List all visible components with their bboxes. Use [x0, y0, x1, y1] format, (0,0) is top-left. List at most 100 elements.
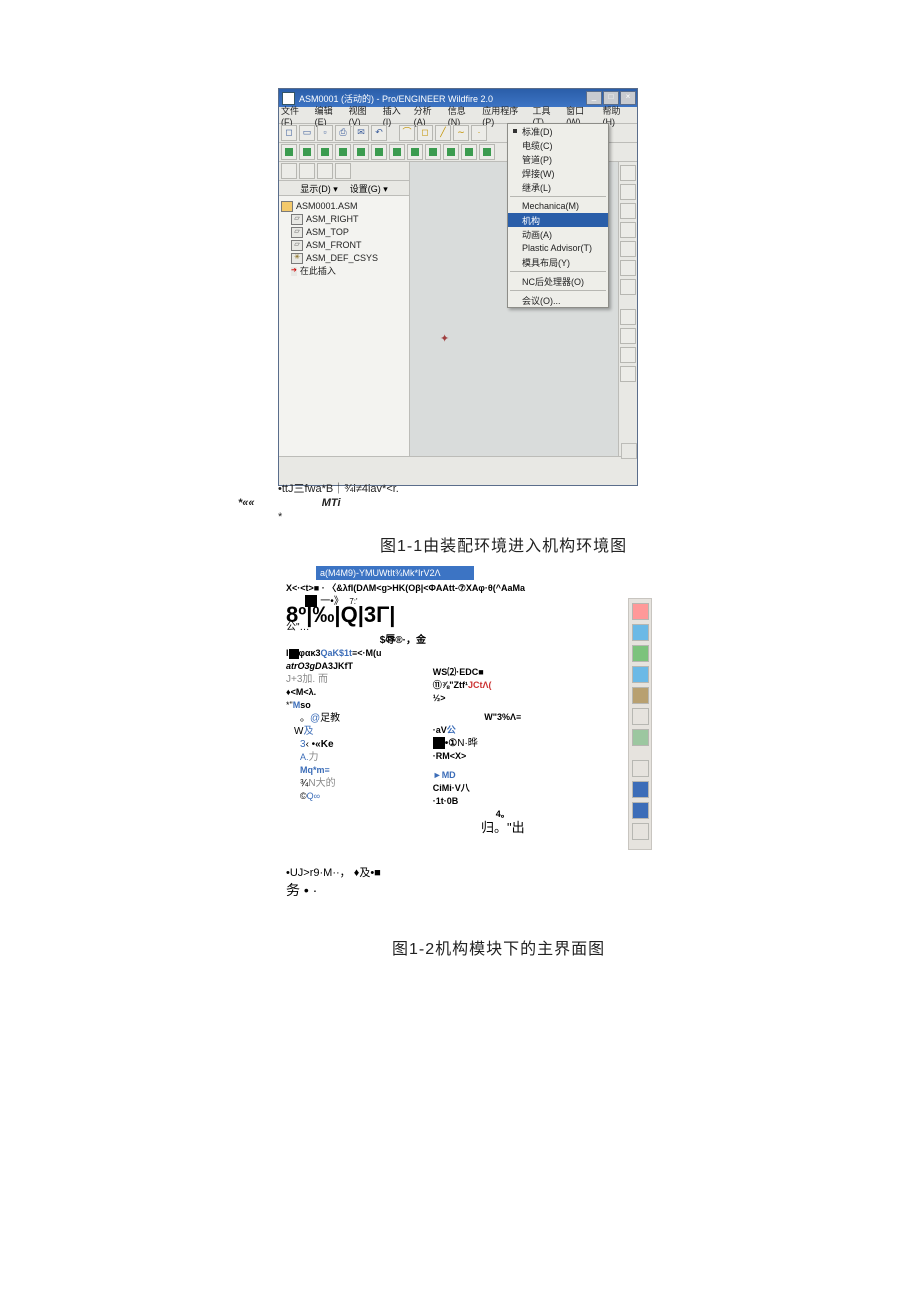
tool-h-icon[interactable]: [407, 144, 423, 160]
garbled-line: W"3%Λ≡: [433, 711, 573, 724]
menu-insert[interactable]: 插入(I): [383, 104, 407, 127]
garbled-line: Iφακ3QaK$1t≡<·M(u: [286, 647, 426, 660]
menu-item-animation[interactable]: 动画(A): [508, 227, 608, 241]
sketch-line-icon[interactable]: ◻: [417, 125, 433, 141]
strip-icon[interactable]: [632, 760, 649, 777]
print-icon[interactable]: ⎙: [335, 125, 351, 141]
tree-settings-dropdown[interactable]: 设置(G) ▾: [350, 182, 388, 195]
menu-item-inherit[interactable]: 继承(L): [508, 180, 608, 194]
menu-info[interactable]: 信息(N): [448, 104, 476, 127]
garbled-bottom: •UJ>r9·M··， ♦及•■ 务 • ·: [286, 864, 381, 900]
tree-tab-row: [279, 162, 409, 181]
rtb-icon[interactable]: [620, 203, 636, 219]
strip-icon[interactable]: [632, 802, 649, 819]
datum-plane-icon: ▱: [291, 214, 303, 225]
strip-icon[interactable]: [632, 645, 649, 662]
tree-tab-2-icon[interactable]: [299, 163, 315, 179]
scroll-up-icon[interactable]: [621, 443, 637, 459]
tool-i-icon[interactable]: [425, 144, 441, 160]
garbled-line: 归。"出: [433, 821, 573, 834]
tool-c-icon[interactable]: [317, 144, 333, 160]
rtb-icon[interactable]: [620, 328, 636, 344]
strip-icon[interactable]: [632, 666, 649, 683]
garbled-token: J+3: [286, 674, 302, 685]
strip-icon[interactable]: [632, 781, 649, 798]
garbled-line: 3‹ •«Ke: [300, 738, 426, 751]
menu-item-mechanica[interactable]: Mechanica(M): [508, 199, 608, 213]
mail-icon[interactable]: ✉: [353, 125, 369, 141]
garbled-line: ½>: [433, 692, 573, 705]
menu-view[interactable]: 视图(V): [349, 104, 376, 127]
tree-tab-1-icon[interactable]: [281, 163, 297, 179]
tree-insert-here[interactable]: ➔在此插入: [281, 265, 407, 278]
rtb-icon[interactable]: [620, 366, 636, 382]
garbled-body: X<·<t>■ · 〈&λfI(DΛM<g>HK(Oβ|<ΦAAtt-⑦XAφ·…: [286, 582, 664, 834]
tool-a-icon[interactable]: [281, 144, 297, 160]
rtb-icon[interactable]: [620, 347, 636, 363]
strip-icon[interactable]: [632, 823, 649, 840]
datum-plane-icon: ▱: [291, 227, 303, 238]
menu-item-mechanism[interactable]: 机构: [508, 213, 608, 227]
garbled-token: ‹ •: [306, 739, 316, 750]
menu-item-plastic[interactable]: Plastic Advisor(T): [508, 241, 608, 255]
strip-icon[interactable]: [632, 624, 649, 641]
tool-k-icon[interactable]: [461, 144, 477, 160]
garbled-token: 八: [461, 783, 470, 793]
tool-j-icon[interactable]: [443, 144, 459, 160]
tree-root[interactable]: ASM0001.ASM: [281, 200, 407, 213]
save-icon[interactable]: ▫: [317, 125, 333, 141]
rtb-icon[interactable]: [620, 165, 636, 181]
garbled-token: 公: [447, 725, 456, 735]
tool-l-icon[interactable]: [479, 144, 495, 160]
sketch-slash-icon[interactable]: ╱: [435, 125, 451, 141]
menu-item-pipe[interactable]: 管道(P): [508, 152, 608, 166]
rtb-icon[interactable]: [620, 309, 636, 325]
tool-e-icon[interactable]: [353, 144, 369, 160]
tool-g-icon[interactable]: [389, 144, 405, 160]
menu-file[interactable]: 文件(F): [281, 104, 308, 127]
rtb-icon[interactable]: [620, 279, 636, 295]
menu-item-conference[interactable]: 会议(O)...: [508, 293, 608, 307]
tool-d-icon[interactable]: [335, 144, 351, 160]
sketch-arc-icon[interactable]: ⌒: [399, 125, 415, 141]
tree-display-dropdown[interactable]: 显示(D) ▾: [300, 182, 338, 195]
open-icon[interactable]: ▭: [299, 125, 315, 141]
rtb-icon[interactable]: [620, 260, 636, 276]
undo-icon[interactable]: ↶: [371, 125, 387, 141]
rtb-icon[interactable]: [620, 241, 636, 257]
menu-edit[interactable]: 编辑(E): [315, 104, 342, 127]
tool-b-icon[interactable]: [299, 144, 315, 160]
new-icon[interactable]: ◻: [281, 125, 297, 141]
tree-tab-3-icon[interactable]: [317, 163, 333, 179]
garbled-token: @: [310, 713, 320, 724]
sketch-wave-icon[interactable]: ∼: [453, 125, 469, 141]
tree-item[interactable]: ✳ASM_DEF_CSYS: [281, 252, 407, 265]
window-titlebar-2[interactable]: a(M4M9)-YMUWtIt¾Mk*IrV2Λ: [316, 566, 474, 580]
tree-root-label: ASM0001.ASM: [296, 200, 358, 213]
menu-item-standard[interactable]: 标准(D): [508, 124, 608, 138]
application-menu: 标准(D) 电缆(C) 管道(P) 焊接(W) 继承(L) Mechanica(…: [507, 123, 609, 308]
strip-icon[interactable]: [632, 687, 649, 704]
menu-separator: [510, 290, 606, 291]
tree-item[interactable]: ▱ASM_TOP: [281, 226, 407, 239]
menu-item-ncpost[interactable]: NC后处理器(O): [508, 274, 608, 288]
spacer: [433, 634, 573, 666]
menu-item-weld[interactable]: 焊接(W): [508, 166, 608, 180]
tree-item[interactable]: ▱ASM_FRONT: [281, 239, 407, 252]
sketch-dot-icon[interactable]: ·: [471, 125, 487, 141]
strip-icon[interactable]: [632, 729, 649, 746]
csys-icon: ✳: [291, 253, 303, 264]
menu-item-cable[interactable]: 电缆(C): [508, 138, 608, 152]
rtb-icon[interactable]: [620, 222, 636, 238]
garbled-token: N·晔: [457, 738, 478, 749]
garbled-token: φακ3: [299, 648, 321, 658]
tree-tab-4-icon[interactable]: [335, 163, 351, 179]
tree-item[interactable]: ▱ASM_RIGHT: [281, 213, 407, 226]
tool-f-icon[interactable]: [371, 144, 387, 160]
menu-item-mold[interactable]: 模具布局(Y): [508, 255, 608, 269]
strip-icon[interactable]: [632, 603, 649, 620]
menu-analysis[interactable]: 分析(A): [414, 104, 441, 127]
strip-icon[interactable]: [632, 708, 649, 725]
garbled-line: ¾N大的: [300, 777, 426, 790]
rtb-icon[interactable]: [620, 184, 636, 200]
